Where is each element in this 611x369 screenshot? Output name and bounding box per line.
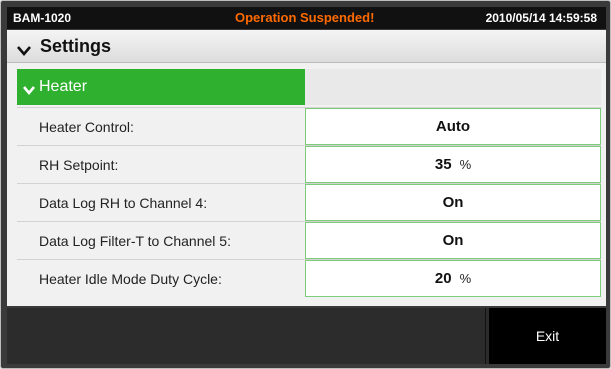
setting-row-heater-control: Heater Control: Auto [17,107,601,145]
idle-duty-cycle-value[interactable]: 20 % [305,260,601,297]
settings-panel: Heater Heater Control: Auto RH Setpoint:… [7,63,606,306]
data-log-filter-t-value[interactable]: On [305,222,601,259]
chevron-down-icon [23,82,35,100]
data-log-rh-value[interactable]: On [305,184,601,221]
setting-row-rh-setpoint: RH Setpoint: 35 % [17,145,601,183]
setting-value: On [442,194,464,211]
heater-group-header[interactable]: Heater [17,69,305,105]
setting-label: RH Setpoint: [39,157,119,173]
setting-label: Heater Idle Mode Duty Cycle: [39,271,222,287]
setting-label: Data Log RH to Channel 4: [39,195,208,211]
rh-setpoint-value[interactable]: 35 % [305,146,601,183]
heater-control-value[interactable]: Auto [305,108,601,145]
footer-empty-slot [7,308,486,364]
exit-label: Exit [535,328,560,344]
section-title: Settings [40,36,112,56]
clock: 2010/05/14 14:59:58 [485,11,597,25]
settings-section-header[interactable]: Settings [7,30,606,63]
title-bar: BAM-1020 Operation Suspended! 2010/05/14… [7,7,606,29]
app-frame: BAM-1020 Operation Suspended! 2010/05/14… [0,0,611,369]
group-header-fill [305,69,601,105]
setting-row-data-log-rh: Data Log RH to Channel 4: On [17,183,601,221]
status-message: Operation Suspended! [235,10,375,25]
footer-bar: Exit [7,308,606,364]
device-name: BAM-1020 [13,11,72,25]
setting-row-data-log-filter-t: Data Log Filter-T to Channel 5: On [17,221,601,259]
setting-value: On [442,232,464,249]
setting-unit: % [459,157,472,172]
setting-value: 20 [434,270,452,287]
setting-value: Auto [435,118,471,135]
setting-unit: % [459,271,472,286]
exit-button[interactable]: Exit [489,308,606,364]
group-label: Heater [39,78,88,95]
setting-value: 35 [434,156,452,173]
setting-label: Data Log Filter-T to Channel 5: [39,233,231,249]
setting-row-idle-duty-cycle: Heater Idle Mode Duty Cycle: 20 % [17,259,601,297]
setting-label: Heater Control: [39,119,134,135]
chevron-down-icon [17,40,31,61]
